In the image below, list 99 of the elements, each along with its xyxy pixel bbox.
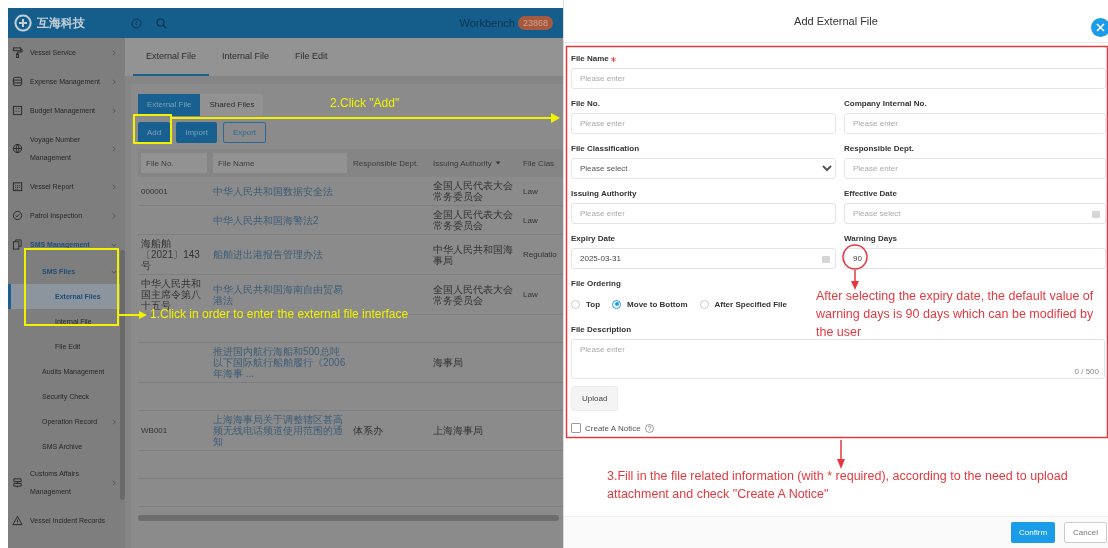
radio-option[interactable]: Move to Bottom (612, 299, 688, 309)
chevron-icon (111, 107, 117, 114)
field-label: Warning Days (844, 233, 898, 245)
table-cell-text: 全国人民代表大会常务委员会 (433, 283, 514, 306)
globe-icon (12, 143, 23, 154)
collapse-icon[interactable] (131, 17, 142, 29)
chevron-icon (111, 212, 117, 219)
field-label: File Ordering (571, 278, 621, 290)
notice-checkbox[interactable]: Create A Notice (571, 423, 641, 433)
calendar-icon (822, 254, 830, 263)
table-cell: 体系办 (353, 425, 383, 436)
table-cell-text: 全国人民代表大会常务委员会 (433, 180, 514, 202)
column-header: File Clas (523, 158, 555, 168)
file-link[interactable]: 中华人民共和国海南自由贸易港法 (213, 283, 347, 306)
logo-icon (14, 14, 32, 32)
field-label: File Classification (571, 143, 640, 155)
field-label: Issuing Authority (571, 188, 637, 200)
scrollbar-thumb[interactable] (138, 515, 559, 521)
table-cell: Law (523, 289, 538, 300)
field-label: File Description (571, 324, 631, 336)
upload-button[interactable]: Upload (571, 386, 619, 411)
radio-option[interactable]: After Specified File (699, 299, 787, 309)
arrow (851, 269, 859, 290)
char-counter: 0 / 500 (1074, 367, 1099, 376)
field-label: File No. (571, 98, 600, 110)
highlight-circle (842, 244, 868, 270)
input-field[interactable]: Please enter (571, 113, 836, 134)
table-cell-text: 海船舶〔2021〕143号 (141, 238, 201, 271)
segment-tab[interactable]: External File (138, 94, 201, 116)
field-label: Responsible Dept. (844, 143, 914, 155)
table-cell: 000001 (141, 185, 168, 197)
file-link[interactable]: 推进国内航行海船和500总吨以下国际航行船舶履行《2006年海事 ... (213, 346, 347, 379)
caret-icon (494, 160, 501, 166)
toolbar-button[interactable]: Add (138, 122, 171, 143)
toolbar-button[interactable]: Import (176, 122, 217, 143)
dialog-button[interactable]: Cancel (1064, 522, 1107, 543)
warning-icon (12, 515, 23, 526)
segment-tab[interactable]: Shared Files (200, 94, 264, 116)
table-cell: Regulatio (523, 249, 557, 260)
page-tab[interactable]: File Edit (282, 38, 341, 76)
column-header: Responsible Dept. (353, 158, 419, 168)
annotation-text: 2.Click "Add" (330, 96, 400, 110)
field-label: File Name (571, 53, 609, 65)
close-icon (1096, 23, 1105, 32)
dialog-title: Add External File (794, 15, 878, 27)
table-cell-text: 全国人民代表大会常务委员会 (433, 209, 514, 231)
scrollbar-thumb[interactable] (120, 250, 125, 500)
check-circle-icon (12, 210, 23, 221)
annotation-text: 3.Fill in the file related information (with * required), according to the need to upload attachment and check "Create A Notice" (607, 468, 1069, 503)
chevron-icon (111, 479, 117, 486)
calendar-icon (1092, 209, 1100, 218)
page-tab[interactable]: External File (133, 38, 210, 76)
field-label: Expiry Date (571, 233, 616, 245)
chevron-icon (111, 49, 117, 56)
chevron-icon (111, 145, 117, 152)
table-cell: Law (523, 185, 538, 197)
chevron-icon (111, 268, 117, 275)
database-icon (12, 76, 23, 87)
input-field[interactable]: Please enter (844, 113, 1106, 134)
chevron-icon (111, 183, 117, 190)
grid-icon (12, 105, 23, 116)
field-label: Company Internal No. (844, 98, 927, 110)
radio-option[interactable]: Top (571, 299, 601, 309)
close-button[interactable] (1091, 18, 1108, 37)
highlight-box (133, 114, 172, 144)
help-icon[interactable] (644, 423, 654, 433)
filter-field[interactable]: File No. (141, 153, 207, 173)
annotation-text: After selecting the expiry date, the default value of warning days is 90 days which can be modified by the user (816, 288, 1095, 341)
input-field[interactable]: Please enter (844, 158, 1106, 179)
chevron-icon (111, 78, 117, 85)
document-icon (12, 239, 23, 250)
file-link[interactable]: 中华人民共和国海警法2 (213, 214, 319, 226)
field-label: Effective Date (844, 188, 897, 200)
arrow (837, 439, 845, 469)
chevron-icon (111, 418, 117, 425)
table-cell-text: 中华人民共和国海事局 (433, 243, 514, 266)
date-field[interactable]: 2025-03-31 (571, 248, 836, 269)
input-field[interactable]: Please enter (571, 203, 836, 224)
dialog-button[interactable]: Confirm (1011, 522, 1056, 543)
file-link[interactable]: 船舶进出港报告管理办法 (213, 249, 323, 260)
input-field[interactable]: Please enter (571, 68, 1106, 89)
select-field[interactable]: Please select (571, 158, 836, 179)
roller-icon (12, 47, 23, 58)
arrow (117, 311, 147, 319)
signpost-icon (12, 477, 23, 488)
table-cell: 海事局 (433, 357, 463, 368)
search-icon[interactable] (156, 17, 167, 29)
calendar-icon (12, 181, 23, 192)
file-link[interactable]: 中华人民共和国数据安全法 (213, 185, 333, 197)
table-cell: Law (523, 214, 538, 226)
count-badge: 23868 (517, 16, 553, 30)
filter-field[interactable]: File Name (213, 153, 347, 173)
table-cell: 上海海事局 (433, 425, 483, 436)
date-field[interactable]: Please select (844, 203, 1106, 224)
page-tab[interactable]: Internal File (209, 38, 283, 76)
table-cell: WB001 (141, 425, 168, 436)
chevron-icon (111, 241, 117, 248)
input-field[interactable]: 90 (844, 248, 1106, 269)
logo-text: 互海科技 (37, 14, 85, 32)
